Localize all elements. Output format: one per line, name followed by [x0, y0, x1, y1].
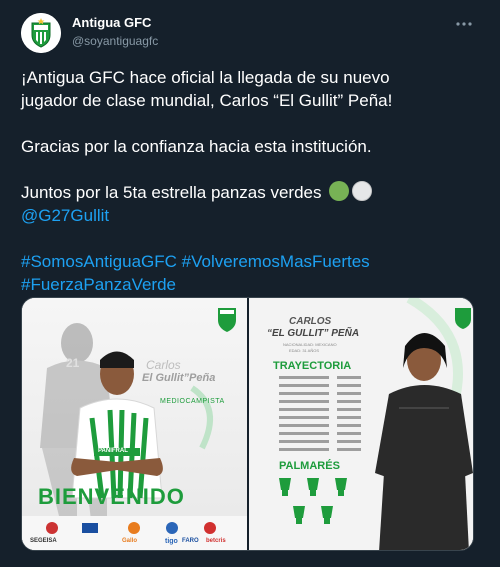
- author-handle[interactable]: @soyantiguagfc: [72, 34, 158, 48]
- player-first-name: Carlos: [146, 358, 181, 372]
- welcome-heading: BIENVENIDO: [38, 484, 185, 509]
- tweet: Antigua GFC @soyantiguagfc ¡Antigua GFC …: [0, 0, 500, 567]
- hashtag-link[interactable]: #VolveremosMasFuertes: [182, 252, 370, 271]
- tweet-line: Juntos por la 5ta estrella panzas verdes: [21, 183, 322, 202]
- profile-nickname: “EL GULLIT” PEÑA: [267, 328, 360, 339]
- more-options-button[interactable]: [452, 12, 476, 36]
- player-nickname: El Gullit”Peña: [142, 372, 216, 384]
- antigua-crest-icon: [21, 13, 61, 53]
- sponsor-label: tigo: [165, 538, 178, 545]
- tweet-line: Gracias por la confianza hacia esta inst…: [21, 137, 372, 156]
- tweet-line: jugador de clase mundial, Carlos “El Gul…: [21, 91, 393, 110]
- profile-first-name: CARLOS: [289, 316, 332, 327]
- shirt-sponsor: PANIFRAL: [98, 448, 128, 454]
- hashtag-link[interactable]: #SomosAntiguaGFC: [21, 252, 177, 271]
- avatar[interactable]: [21, 13, 61, 53]
- green-circle-emoji-icon: [329, 181, 350, 201]
- profile-detail: NACIONALIDAD: MEXICANO: [283, 342, 337, 347]
- honours-heading: PALMARÉS: [279, 460, 340, 472]
- tweet-line-emoji: Juntos por la 5ta estrella panzas verdes: [21, 181, 481, 204]
- hashtag-link[interactable]: #FuerzaPanzaVerde: [21, 275, 176, 294]
- player-position: MEDIOCAMPISTA: [160, 398, 225, 405]
- sponsor-label: SEGEISA: [30, 538, 57, 544]
- sponsor-label: FARO: [182, 538, 199, 544]
- sponsor-label: betcris: [206, 538, 226, 544]
- media-image-left[interactable]: Carlos El Gullit”Peña MEDIOCAMPISTA 21 P…: [22, 298, 247, 550]
- profile-detail: EDAD: 31 AÑOS: [289, 348, 320, 353]
- mention-link[interactable]: @G27Gullit: [21, 206, 109, 225]
- jersey-number: 21: [66, 356, 80, 370]
- media-image-right[interactable]: CARLOS “EL GULLIT” PEÑA NACIONALIDAD: ME…: [249, 298, 473, 550]
- white-circle-emoji-icon: [352, 181, 373, 201]
- sponsor-label: Gallo: [122, 538, 138, 544]
- welcome-graphic-icon: [22, 298, 247, 550]
- author-name[interactable]: Antigua GFC: [72, 15, 151, 30]
- tweet-text: ¡Antigua GFC hace oficial la llegada de …: [21, 66, 481, 296]
- tweet-media[interactable]: Carlos El Gullit”Peña MEDIOCAMPISTA 21 P…: [21, 297, 474, 551]
- more-dots-icon: [456, 22, 472, 26]
- trajectory-heading: TRAYECTORIA: [273, 360, 352, 372]
- tweet-line: ¡Antigua GFC hace oficial la llegada de …: [21, 68, 390, 87]
